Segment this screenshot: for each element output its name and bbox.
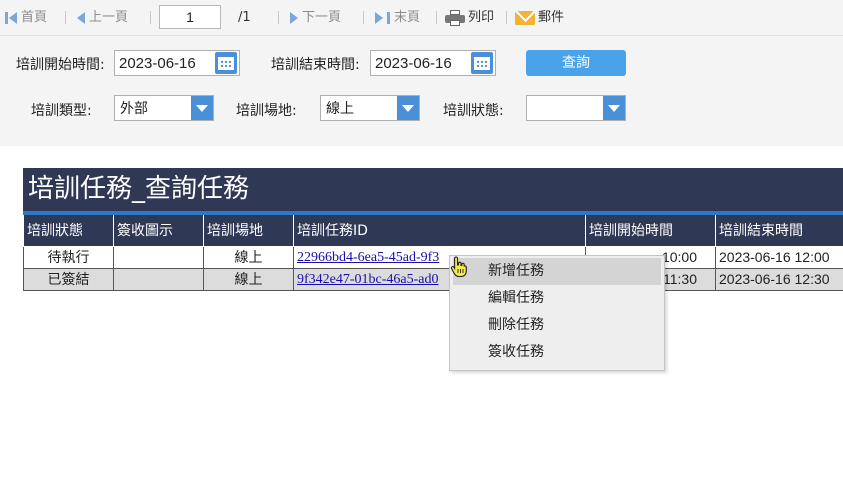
col-header-status[interactable]: 培訓狀態	[23, 215, 114, 247]
last-page-icon	[387, 12, 390, 24]
col-header-end-time[interactable]: 培訓結束時間	[715, 215, 843, 247]
status-select[interactable]	[526, 95, 626, 121]
menu-item-edit-task[interactable]: 編輯任務	[450, 285, 664, 312]
toolbar-divider	[150, 11, 151, 24]
page-total: /1	[238, 10, 251, 25]
cell-venue: 線上	[203, 267, 294, 291]
context-menu: 新增任務 編輯任務 刪除任務 簽收任務	[449, 255, 665, 371]
col-header-venue[interactable]: 培訓場地	[203, 215, 294, 247]
cell-sign-icon	[113, 245, 204, 269]
chevron-down-icon[interactable]	[191, 96, 213, 120]
training-type-label: 培訓類型:	[31, 103, 92, 119]
report-title: 培訓任務_查詢任務	[23, 168, 843, 211]
cell-sign-icon	[113, 267, 204, 291]
toolbar-divider	[363, 11, 364, 24]
calendar-icon[interactable]	[471, 52, 493, 74]
venue-select[interactable]: 線上	[320, 95, 420, 121]
menu-item-sign-task[interactable]: 簽收任務	[450, 339, 664, 366]
end-date-field[interactable]: 2023-06-16	[370, 50, 496, 76]
menu-item-delete-task[interactable]: 刪除任務	[450, 312, 664, 339]
status-label: 培訓狀態:	[443, 103, 504, 119]
start-date-value: 2023-06-16	[119, 54, 196, 72]
filter-panel: 培訓開始時間: 2023-06-16 培訓結束時間: 2023-06-16 查詢…	[0, 36, 843, 146]
venue-label: 培訓場地:	[236, 103, 297, 119]
task-table: 培訓狀態 簽收圖示 培訓場地 培訓任務ID 培訓開始時間 培訓結束時間 待執行 …	[23, 215, 843, 291]
mail-button[interactable]: 郵件	[515, 9, 564, 27]
next-page-button[interactable]: 下一頁	[290, 9, 341, 27]
col-header-sign-icon[interactable]: 簽收圖示	[113, 215, 204, 247]
first-page-icon	[5, 12, 8, 24]
training-type-value: 外部	[120, 101, 148, 117]
table-row[interactable]: 已簽結 線上 9f342e47-01bc-46a5-ad0 11:30 2023…	[23, 267, 843, 291]
menu-item-add-task[interactable]: 新增任務	[453, 258, 661, 285]
query-button[interactable]: 查詢	[526, 50, 626, 76]
toolbar-divider	[506, 11, 507, 24]
toolbar-divider	[65, 11, 66, 24]
calendar-icon[interactable]	[215, 52, 237, 74]
report-toolbar: 首頁 上一頁 1 /1 下一頁 末頁 列印 郵件	[0, 0, 843, 36]
toolbar-divider	[436, 11, 437, 24]
chevron-down-icon[interactable]	[397, 96, 419, 120]
table-row[interactable]: 待執行 線上 22966bd4-6ea5-45ad-9f3 10:00 2023…	[23, 245, 843, 269]
printer-icon	[445, 10, 465, 26]
training-type-select[interactable]: 外部	[114, 95, 214, 121]
next-page-icon	[290, 12, 298, 24]
envelope-icon	[515, 11, 535, 25]
end-date-label: 培訓結束時間:	[271, 57, 360, 73]
last-page-arrow-icon	[375, 12, 383, 24]
cell-end-time: 2023-06-16 12:30	[715, 267, 843, 291]
cell-status: 已簽結	[23, 267, 114, 291]
end-date-value: 2023-06-16	[375, 54, 452, 72]
col-header-task-id[interactable]: 培訓任務ID	[293, 215, 586, 247]
cell-end-time: 2023-06-16 12:00	[715, 245, 843, 269]
task-id-link[interactable]: 9f342e47-01bc-46a5-ad0	[297, 272, 439, 287]
hand-cursor-icon	[450, 256, 467, 278]
last-page-button[interactable]: 末頁	[375, 9, 420, 27]
toolbar-divider	[278, 11, 279, 24]
task-id-link[interactable]: 22966bd4-6ea5-45ad-9f3	[297, 250, 439, 265]
start-date-label: 培訓開始時間:	[16, 57, 105, 73]
print-button[interactable]: 列印	[445, 9, 494, 27]
venue-value: 線上	[326, 101, 354, 117]
cell-status: 待執行	[23, 245, 114, 269]
first-page-button[interactable]: 首頁	[5, 9, 47, 27]
first-page-arrow-icon	[9, 12, 17, 24]
cell-venue: 線上	[203, 245, 294, 269]
page-number-input[interactable]: 1	[159, 5, 221, 29]
chevron-down-icon[interactable]	[603, 96, 625, 120]
prev-page-button[interactable]: 上一頁	[77, 9, 128, 27]
prev-page-icon	[77, 12, 85, 24]
start-date-field[interactable]: 2023-06-16	[114, 50, 240, 76]
col-header-start-time[interactable]: 培訓開始時間	[585, 215, 716, 247]
